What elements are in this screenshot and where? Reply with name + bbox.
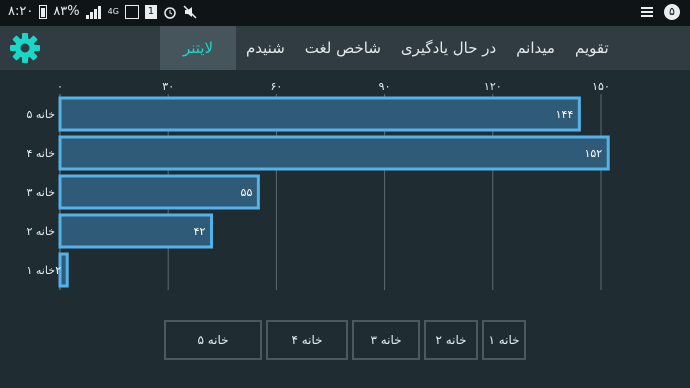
- legend-item-4[interactable]: خانه ۴: [266, 320, 348, 360]
- sim-1-icon: 1: [144, 4, 157, 19]
- tab-calendar[interactable]: تقویم: [565, 26, 619, 70]
- x-tick-label: ۶۰: [270, 80, 282, 93]
- mute-icon: [183, 4, 197, 19]
- category-label: خانه ۳: [26, 186, 55, 199]
- battery-icon: [39, 4, 48, 19]
- x-tick-label: ۹۰: [379, 80, 391, 93]
- category-label: خانه ۴: [26, 147, 55, 160]
- clock-text: ۸:۲۰: [8, 4, 34, 19]
- bar-value-label: ۵۵: [241, 186, 253, 199]
- image-icon: [124, 4, 139, 19]
- legend-item-1[interactable]: خانه ۱: [482, 320, 526, 360]
- checklist-icon: [641, 7, 653, 17]
- bar[interactable]: [58, 96, 581, 132]
- bar-value-label: ۲: [55, 264, 61, 277]
- tab-heard[interactable]: شنیدم: [236, 26, 295, 70]
- x-tick-label: ۰: [57, 80, 63, 93]
- category-label: خانه ۲: [26, 225, 55, 238]
- signal-icon: [85, 5, 102, 19]
- status-bar: ۸:۲۰ ۸۳% 4G 1 ۵: [0, 0, 690, 26]
- tab-learning[interactable]: در حال یادگیری: [391, 26, 506, 70]
- notification-badge-icon: ۵: [664, 4, 680, 20]
- bar-chart: ۰ ۳۰ ۶۰ ۹۰ ۱۲۰ ۱۵۰ ۱۴۴ خانه ۵ ۱۵۲ خانه ۴ ۵۵ خانه ۳ ۴…: [26, 80, 610, 290]
- tab-known[interactable]: میدانم: [506, 26, 565, 70]
- legend: خانه ۵ خانه ۴ خانه ۳ خانه ۲ خانه ۱: [164, 320, 530, 360]
- x-tick-label: ۱۵۰: [592, 80, 610, 93]
- legend-item-2[interactable]: خانه ۲: [424, 320, 478, 360]
- x-tick-label: ۱۲۰: [484, 80, 502, 93]
- x-tick-label: ۳۰: [162, 80, 174, 93]
- tab-bar: لایتنر شنیدم شاخص لغت در حال یادگیری مید…: [0, 26, 690, 70]
- bar[interactable]: [58, 213, 213, 249]
- legend-item-3[interactable]: خانه ۳: [352, 320, 420, 360]
- tab-leitner[interactable]: لایتنر: [160, 26, 236, 70]
- alarm-icon: [164, 6, 176, 19]
- bar-value-label: ۱۵۲: [584, 147, 602, 160]
- category-label: خانه ۵: [26, 108, 55, 121]
- gear-icon[interactable]: [8, 31, 42, 65]
- bar[interactable]: [58, 174, 260, 210]
- category-label: خانه ۱: [26, 264, 55, 277]
- tabs: لایتنر شنیدم شاخص لغت در حال یادگیری مید…: [160, 26, 619, 70]
- tab-word-index[interactable]: شاخص لغت: [295, 26, 391, 70]
- status-left: ۸:۲۰ ۸۳% 4G 1: [8, 4, 197, 19]
- bar[interactable]: [58, 135, 610, 171]
- 4g-icon: 4G: [107, 7, 119, 16]
- bar-value-label: ۱۴۴: [556, 108, 574, 121]
- bar-value-label: ۴۲: [194, 225, 206, 238]
- battery-text: ۸۳%: [53, 4, 80, 19]
- status-right: ۵: [640, 4, 680, 20]
- legend-item-5[interactable]: خانه ۵: [164, 320, 262, 360]
